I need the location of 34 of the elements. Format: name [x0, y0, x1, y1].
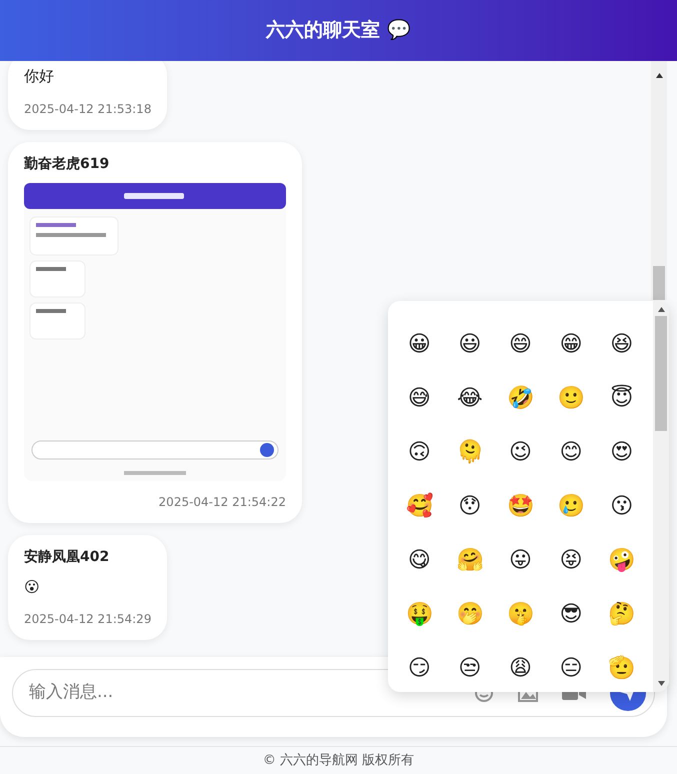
emoji-option[interactable]: 😄 [495, 317, 546, 371]
scroll-down-icon[interactable] [658, 681, 664, 686]
message-time: 2025-04-12 21:54:22 [158, 494, 286, 510]
emoji-option[interactable]: 😍 [596, 425, 647, 479]
emoji-option[interactable]: 🙃 [394, 425, 445, 479]
emoji-option[interactable]: 😁 [546, 317, 596, 371]
scroll-up-icon[interactable] [656, 73, 662, 78]
scrollbar-thumb[interactable] [655, 316, 667, 431]
scroll-up-icon[interactable] [658, 307, 664, 312]
copyright-text: © 六六的导航网 版权所有 [262, 752, 414, 770]
message-time: 2025-04-12 21:53:18 [24, 100, 152, 118]
scrollbar[interactable] [651, 61, 667, 300]
emoji-option[interactable]: 😀 [394, 317, 445, 371]
emoji-option[interactable]: 😂 [444, 371, 496, 425]
emoji-option[interactable]: 😎 [546, 587, 596, 641]
emoji-option[interactable]: 😉 [495, 425, 546, 479]
sender-name: 勤奋老虎619 [24, 154, 110, 174]
scrollbar-thumb[interactable] [653, 266, 665, 300]
emoji-option[interactable]: 😃 [444, 317, 496, 371]
message-text: 😮 [24, 576, 41, 598]
scrollbar[interactable] [653, 301, 669, 692]
message-time: 2025-04-12 21:54:29 [24, 611, 152, 628]
emoji-option[interactable]: 😛 [495, 533, 546, 587]
emoji-option[interactable]: 😆 [596, 317, 647, 371]
emoji-option[interactable]: 😝 [546, 533, 596, 587]
emoji-option[interactable]: 😯 [444, 479, 496, 533]
sender-name: 安静凤凰402 [24, 548, 110, 566]
message-text: 你好 [24, 66, 55, 87]
emoji-option[interactable]: 😅 [394, 371, 445, 425]
emoji-option[interactable]: 😊 [546, 425, 596, 479]
emoji-option[interactable]: 😗 [596, 479, 647, 533]
emoji-option[interactable]: 😇 [596, 371, 647, 425]
chat-room-title: 六六的聊天室 💬 [266, 18, 411, 44]
emoji-option[interactable]: 😋 [394, 533, 445, 587]
